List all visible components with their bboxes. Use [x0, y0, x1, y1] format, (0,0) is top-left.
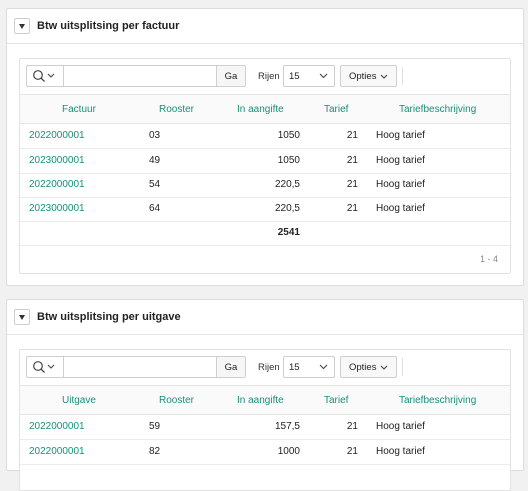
column-header-uitgave[interactable]: Uitgave	[62, 395, 96, 406]
panel-header: Btw uitsplitsing per factuur	[7, 9, 523, 44]
rows-select[interactable]: 15	[283, 65, 335, 87]
column-header-tariefbeschrijving[interactable]: Tariefbeschrijving	[399, 395, 476, 406]
search-column-menu[interactable]	[27, 357, 64, 377]
toolbar-divider	[402, 358, 403, 376]
table-footer: 1 - 4	[20, 246, 510, 272]
tarief-cell: 21	[346, 446, 358, 457]
search-box: Ga	[26, 356, 246, 378]
search-input[interactable]	[64, 66, 225, 86]
factuur-link[interactable]: 2022000001	[29, 179, 119, 190]
toolbar-divider	[402, 67, 403, 85]
column-header-in-aangifte[interactable]: In aangifte	[237, 395, 284, 406]
column-header-rooster[interactable]: Rooster	[159, 104, 194, 115]
search-icon	[33, 70, 55, 82]
go-button[interactable]: Ga	[216, 357, 245, 377]
factuur-link[interactable]: 2023000001	[29, 155, 119, 166]
panel-btw-per-uitgave: Btw uitsplitsing per uitgave Ga Rijen 15	[6, 299, 524, 491]
rooster-cell: 54	[149, 179, 161, 190]
in-aangifte-cell: 1000	[277, 446, 300, 457]
rows-select-value: 15	[289, 362, 300, 373]
go-button[interactable]: Ga	[216, 66, 245, 86]
tariefbeschrijving-cell: Hoog tarief	[376, 446, 425, 457]
rooster-cell: 49	[149, 155, 161, 166]
table-row: 2022000001 59 157,5 21 Hoog tarief	[20, 415, 510, 440]
options-label: Opties	[349, 362, 377, 373]
column-header-rooster[interactable]: Rooster	[159, 395, 194, 406]
in-aangifte-cell: 220,5	[274, 203, 300, 214]
search-icon	[33, 361, 55, 373]
column-header-tarief[interactable]: Tarief	[324, 395, 348, 406]
caret-down-icon	[19, 23, 25, 29]
table-header: Factuur Rooster In aangifte Tarief Tarie…	[20, 95, 510, 124]
caret-down-icon	[19, 314, 25, 320]
table-header: Uitgave Rooster In aangifte Tarief Tarie…	[20, 386, 510, 415]
tarief-cell: 21	[346, 179, 358, 190]
table-row: 2023000001 64 220,5 21 Hoog tarief	[20, 197, 510, 222]
tariefbeschrijving-cell: Hoog tarief	[376, 203, 425, 214]
chevron-down-icon	[319, 73, 328, 79]
panel-header: Btw uitsplitsing per uitgave	[7, 300, 523, 335]
rooster-cell: 03	[149, 130, 161, 141]
report-region: Ga Rijen 15 Opties Factuur Rooster In aa…	[19, 58, 511, 274]
tarief-cell: 21	[346, 130, 358, 141]
table-row: 2023000001 49 1050 21 Hoog tarief	[20, 149, 510, 174]
in-aangifte-cell: 1050	[277, 130, 300, 141]
in-aangifte-cell: 157,5	[274, 421, 300, 432]
report-region: Ga Rijen 15 Opties Uitgave Rooster In aa…	[19, 349, 511, 491]
table-row: 2022000001 03 1050 21 Hoog tarief	[20, 124, 510, 149]
search-input[interactable]	[64, 357, 225, 377]
panel-btw-per-factuur: Btw uitsplitsing per factuur Ga Rijen 15	[6, 8, 524, 286]
uitgave-link[interactable]: 2022000001	[29, 421, 119, 432]
report-toolbar: Ga Rijen 15 Opties	[20, 59, 510, 95]
factuur-link[interactable]: 2022000001	[29, 130, 119, 141]
tarief-cell: 21	[346, 155, 358, 166]
uitgave-link[interactable]: 2022000001	[29, 446, 119, 457]
chevron-down-icon	[380, 365, 388, 370]
column-header-tarief[interactable]: Tarief	[324, 104, 348, 115]
options-button[interactable]: Opties	[340, 356, 397, 378]
total-row: 2541	[20, 221, 510, 246]
column-header-in-aangifte[interactable]: In aangifte	[237, 104, 284, 115]
panel-title: Btw uitsplitsing per factuur	[37, 20, 180, 32]
rooster-cell: 59	[149, 421, 161, 432]
tarief-cell: 21	[346, 203, 358, 214]
in-aangifte-cell: 220,5	[274, 179, 300, 190]
chevron-down-icon	[319, 364, 328, 370]
table-row: 2022000001 82 1000 21 Hoog tarief	[20, 440, 510, 465]
total-in-aangifte: 2541	[277, 227, 300, 238]
search-box: Ga	[26, 65, 246, 87]
options-button[interactable]: Opties	[340, 65, 397, 87]
collapse-button[interactable]	[14, 18, 30, 34]
search-column-menu[interactable]	[27, 66, 64, 86]
rooster-cell: 82	[149, 446, 161, 457]
tariefbeschrijving-cell: Hoog tarief	[376, 421, 425, 432]
tarief-cell: 21	[346, 421, 358, 432]
rows-label: Rijen	[258, 71, 280, 82]
factuur-link[interactable]: 2023000001	[29, 203, 119, 214]
table-row: 2022000001 54 220,5 21 Hoog tarief	[20, 173, 510, 198]
rows-select[interactable]: 15	[283, 356, 335, 378]
column-header-tariefbeschrijving[interactable]: Tariefbeschrijving	[399, 104, 476, 115]
tariefbeschrijving-cell: Hoog tarief	[376, 155, 425, 166]
tariefbeschrijving-cell: Hoog tarief	[376, 130, 425, 141]
rooster-cell: 64	[149, 203, 161, 214]
in-aangifte-cell: 1050	[277, 155, 300, 166]
rows-label: Rijen	[258, 362, 280, 373]
collapse-button[interactable]	[14, 309, 30, 325]
tariefbeschrijving-cell: Hoog tarief	[376, 179, 425, 190]
rows-select-value: 15	[289, 71, 300, 82]
options-label: Opties	[349, 71, 377, 82]
panel-title: Btw uitsplitsing per uitgave	[37, 311, 181, 323]
pagination-info: 1 - 4	[479, 254, 498, 264]
report-toolbar: Ga Rijen 15 Opties	[20, 350, 510, 386]
chevron-down-icon	[380, 74, 388, 79]
column-header-factuur[interactable]: Factuur	[62, 104, 96, 115]
